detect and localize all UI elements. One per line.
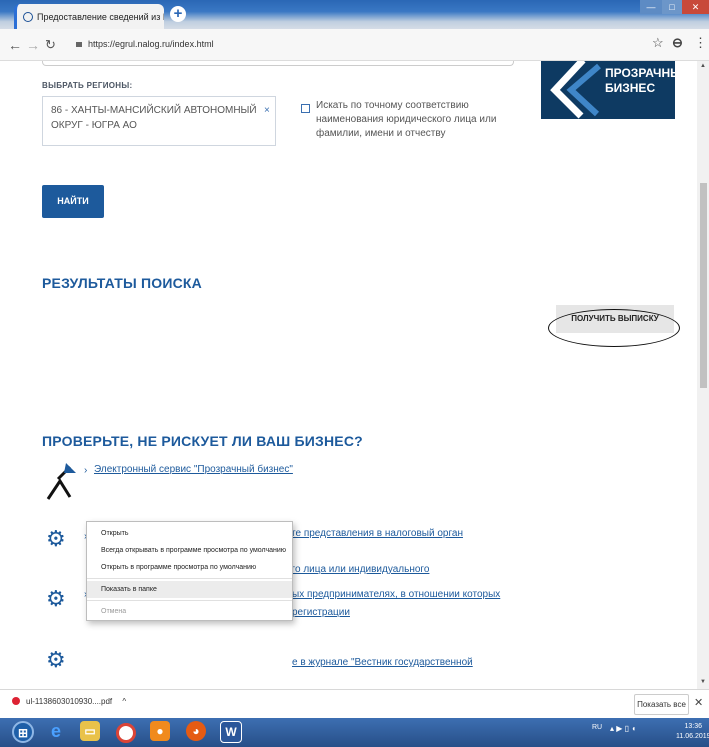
menu-divider <box>87 578 292 579</box>
lock-icon <box>76 42 82 47</box>
lamp-icon <box>46 463 76 500</box>
link-bulletin[interactable]: е в журнале "Вестник государственной <box>292 654 473 672</box>
download-context-menu: Открыть Всегда открывать в программе про… <box>86 521 293 621</box>
regions-label: ВЫБРАТЬ РЕГИОНЫ: <box>42 81 133 90</box>
transparent-business-banner[interactable]: ПРОЗРАЧНЫЙ БИЗНЕС <box>541 61 675 119</box>
show-all-button[interactable]: Показать все <box>634 694 689 715</box>
url-text: https://egrul.nalog.ru/index.html <box>88 39 214 49</box>
download-bar-close-icon[interactable]: ✕ <box>694 696 703 709</box>
highlight-ellipse <box>548 309 680 347</box>
gear-document-icon: ⚙ <box>46 647 66 672</box>
menu-item-show-in-folder[interactable]: Показать в папке <box>87 581 292 598</box>
url-field[interactable]: https://egrul.nalog.ru/index.html <box>76 34 626 54</box>
firefox-icon[interactable]: ◕ <box>186 721 206 741</box>
tray-clock[interactable]: 13:36 11.06.2019 <box>676 722 709 742</box>
region-select[interactable]: 86 - ХАНТЫ-МАНСИЙСКИЙ АВТОНОМНЫЙ ОКРУГ -… <box>42 96 276 146</box>
word-icon[interactable]: W <box>220 721 242 743</box>
profile-icon[interactable]: ⊖ <box>672 35 683 51</box>
clock-time: 13:36 <box>684 723 703 730</box>
exact-match-label: Искать по точному соответствию наименова… <box>316 100 497 139</box>
scroll-down-icon[interactable]: ▼ <box>700 679 706 685</box>
menu-item-always-open[interactable]: Всегда открывать в программе просмотра п… <box>87 542 292 559</box>
link-transparent-business[interactable]: Электронный сервис "Прозрачный бизнес" <box>94 461 293 479</box>
maximize-button[interactable]: □ <box>662 0 682 14</box>
menu-item-open[interactable]: Открыть <box>87 525 292 542</box>
search-input-bottom-edge <box>42 61 514 66</box>
forward-arrow-icon[interactable]: → <box>26 37 40 53</box>
tray-language[interactable]: RU <box>592 724 602 731</box>
explorer-folder-icon[interactable]: ▭ <box>80 721 100 741</box>
menu-item-open-default[interactable]: Открыть в программе просмотра по умолчан… <box>87 559 292 576</box>
menu-divider <box>87 600 292 601</box>
download-item[interactable]: ul-1138603010930....pdf ^ <box>12 697 126 706</box>
results-heading: РЕЗУЛЬТАТЫ ПОИСКА <box>42 275 202 291</box>
banner-title: ПРОЗРАЧНЫЙ БИЗНЕС <box>605 66 675 96</box>
gear-document-icon: ⚙ <box>46 526 66 551</box>
media-player-icon[interactable]: ● <box>150 721 170 741</box>
start-button-icon[interactable]: ⊞ <box>12 721 34 743</box>
internet-explorer-icon[interactable]: e <box>46 721 66 741</box>
site-favicon-icon <box>23 11 33 22</box>
new-tab-button[interactable]: + <box>170 6 186 22</box>
tab-title: Предоставление сведений из Е <box>37 11 164 22</box>
link3-line1: ых предпринимателях, в отношении которых <box>292 589 501 600</box>
browser-tab[interactable]: Предоставление сведений из Е × <box>14 4 164 29</box>
risk-heading: ПРОВЕРЬТЕ, НЕ РИСКУЕТ ЛИ ВАШ БИЗНЕС? <box>42 433 363 449</box>
link3-line2: регистрации <box>292 607 350 618</box>
download-file-name: ul-1138603010930....pdf <box>26 697 113 706</box>
minimize-button[interactable]: — <box>640 0 662 14</box>
region-value: 86 - ХАНТЫ-МАНСИЙСКИЙ АВТОНОМНЫЙ ОКРУГ -… <box>51 105 257 131</box>
bookmark-star-icon[interactable]: ☆ <box>652 35 664 51</box>
pdf-file-icon <box>12 697 20 705</box>
tray-icons[interactable]: ▴ ▶ ▯ ◖ <box>610 724 636 733</box>
chevron-right-icon: › <box>84 465 88 476</box>
scroll-up-icon[interactable]: ▲ <box>700 63 706 69</box>
scrollbar-thumb[interactable] <box>700 183 707 388</box>
chrome-icon[interactable] <box>116 723 136 743</box>
link-entrepreneurs[interactable]: ых предпринимателях, в отношении которых… <box>292 586 512 622</box>
clock-date: 11.06.2019 <box>676 733 709 740</box>
download-caret-icon[interactable]: ^ <box>122 697 126 706</box>
window-controls: — □ ✕ <box>640 0 709 16</box>
close-window-button[interactable]: ✕ <box>682 0 709 14</box>
banner-line2: БИЗНЕС <box>605 81 656 95</box>
menu-item-cancel[interactable]: Отмена <box>87 603 292 620</box>
gear-document-icon: ⚙ <box>46 586 66 611</box>
find-button[interactable]: НАЙТИ <box>42 185 104 218</box>
banner-logo-icon <box>550 61 601 119</box>
reload-icon[interactable]: ↻ <box>45 37 56 53</box>
banner-line1: ПРОЗРАЧНЫЙ <box>605 66 675 80</box>
windows-taskbar <box>0 718 709 747</box>
menu-kebab-icon[interactable]: ⋮ <box>694 35 707 51</box>
region-remove-icon[interactable]: × <box>264 105 270 116</box>
exact-match-checkbox[interactable] <box>301 104 310 113</box>
back-arrow-icon[interactable]: ← <box>8 37 22 53</box>
